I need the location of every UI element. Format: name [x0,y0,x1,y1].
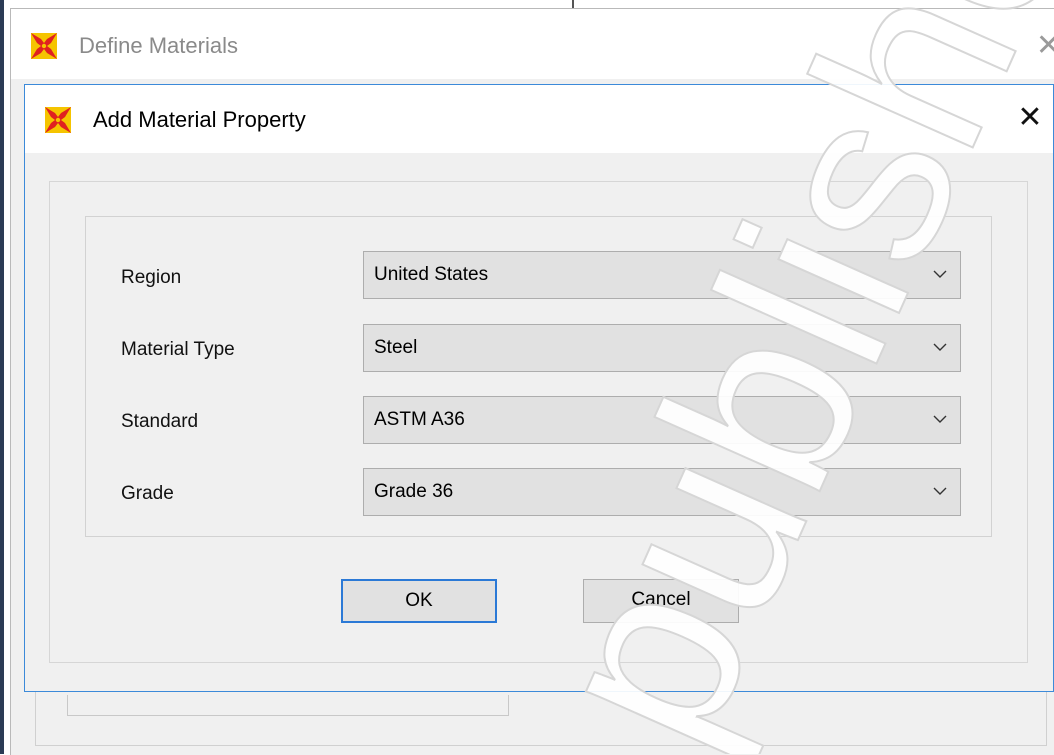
close-icon[interactable]: ✕ [1015,103,1045,133]
chevron-down-icon [933,415,947,423]
desktop-line [572,0,574,8]
cancel-button[interactable]: Cancel [583,579,739,623]
standard-label: Standard [121,411,199,432]
grade-dropdown[interactable]: Grade 36 [363,468,961,516]
desktop-edge [0,0,4,754]
grade-value: Grade 36 [374,481,454,502]
chevron-down-icon [933,487,947,495]
material-type-dropdown[interactable]: Steel [363,324,961,372]
region-label: Region [121,267,182,288]
add-material-property-dialog: Add Material Property ✕ Region United St… [24,84,1054,692]
material-type-value: Steel [374,337,418,358]
define-materials-list [67,695,509,716]
ok-button[interactable]: OK [341,579,497,623]
standard-value: ASTM A36 [374,409,465,430]
dialog-title: Add Material Property [93,107,306,132]
chevron-down-icon [933,270,947,278]
chevron-down-icon [933,343,947,351]
define-materials-titlebar: Define Materials ✕ [11,9,1054,79]
standard-dropdown[interactable]: ASTM A36 [363,396,961,444]
define-materials-close-icon[interactable]: ✕ [1036,31,1054,61]
region-value: United States [374,264,489,285]
material-type-label: Material Type [121,339,235,360]
define-materials-title: Define Materials [79,33,238,58]
region-dropdown[interactable]: United States [363,251,961,299]
etabs-app-icon [31,33,57,59]
etabs-app-icon [45,107,71,133]
dialog-titlebar: Add Material Property ✕ [25,85,1053,153]
grade-label: Grade [121,483,174,504]
